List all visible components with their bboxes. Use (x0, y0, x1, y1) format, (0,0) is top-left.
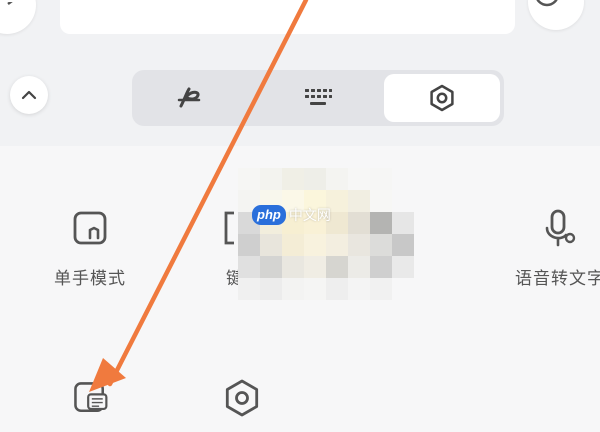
watermark: php 中文网 (252, 204, 331, 226)
tab-handwriting[interactable] (132, 74, 248, 122)
keyboard-icon (305, 89, 332, 105)
feature-label: 单手模式 (54, 269, 126, 288)
feature-clipboard[interactable] (30, 378, 150, 418)
top-right-button[interactable] (528, 0, 584, 30)
tab-keyboard[interactable] (260, 74, 376, 122)
tab-settings[interactable] (384, 74, 500, 122)
watermark-text: 中文网 (288, 207, 331, 223)
input-mode-tabs (132, 70, 504, 126)
feature-one-hand-mode[interactable]: 单手模式 (30, 208, 150, 289)
clipboard-icon (74, 382, 108, 412)
one-hand-mode-icon (73, 211, 107, 245)
pixelated-mosaic (238, 168, 414, 300)
slash-icon (7, 2, 13, 5)
top-input-area[interactable] (60, 0, 515, 34)
feature-settings[interactable] (182, 378, 302, 418)
chevron-up-icon (21, 90, 37, 100)
top-left-button[interactable] (0, 0, 36, 34)
handwriting-icon (177, 87, 201, 108)
voice-to-text-icon (545, 209, 576, 247)
collapse-button[interactable] (10, 76, 48, 114)
top-bar (0, 0, 600, 46)
settings-hexagon-icon (430, 84, 454, 112)
feature-voice-to-text[interactable]: 语音转文字 (490, 208, 600, 289)
watermark-badge: php (252, 205, 286, 225)
settings-hexagon-icon (225, 379, 259, 417)
feature-label: 语音转文字 (515, 269, 600, 288)
emoji-icon (536, 0, 558, 7)
